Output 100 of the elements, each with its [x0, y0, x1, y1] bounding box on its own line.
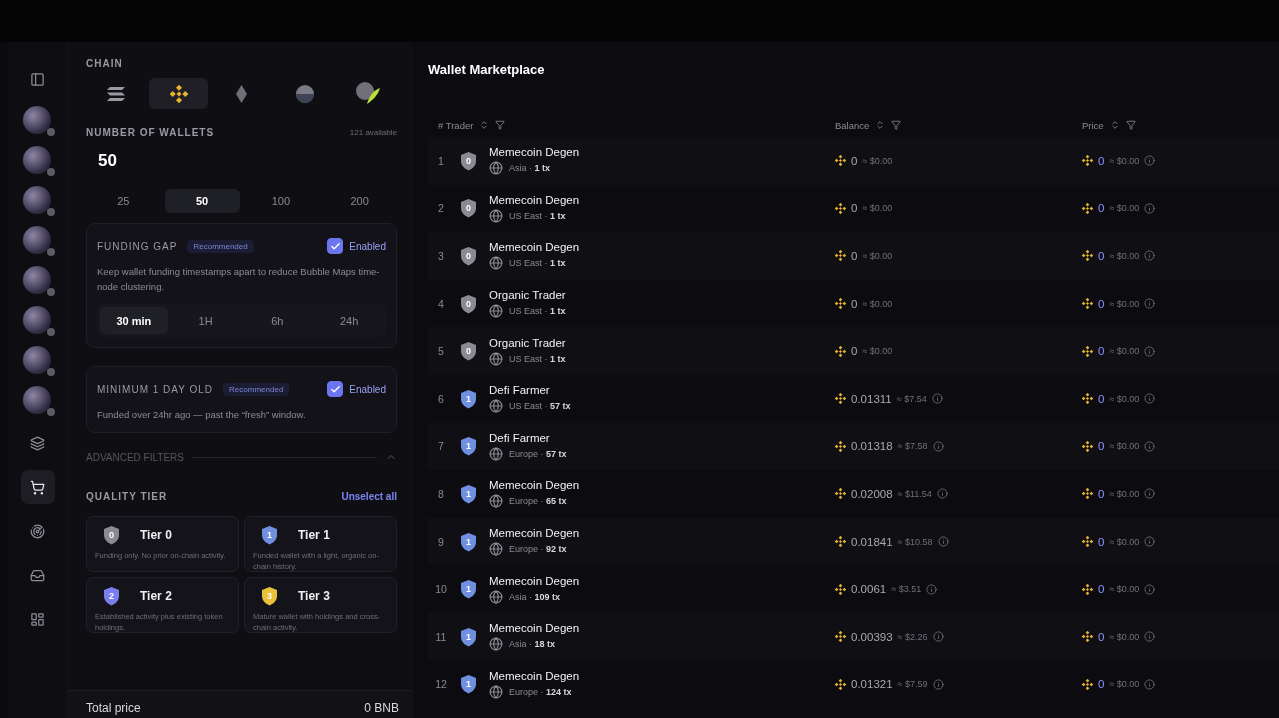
info-icon[interactable]	[1144, 631, 1156, 643]
column-header[interactable]: # Trader	[438, 119, 474, 131]
avatar[interactable]	[22, 106, 51, 134]
info-icon[interactable]	[931, 393, 943, 405]
interval-option[interactable]: 1H	[171, 307, 240, 334]
wallet-option[interactable]: 50	[164, 189, 240, 213]
wallet-count-input[interactable]: 50	[98, 151, 397, 171]
globe-icon	[489, 399, 503, 414]
wallet-option[interactable]: 25	[86, 189, 161, 213]
sort-icon[interactable]	[875, 120, 886, 130]
column-header[interactable]: Balance	[835, 119, 870, 131]
usd-value: ≈ $0.00	[862, 346, 893, 357]
table-row[interactable]: 11 1 Memecoin Degen Asia · 18 tx 0.00393 ≈ $2.26 0 ≈ $0.00	[428, 612, 1279, 661]
info-icon[interactable]	[932, 631, 944, 643]
sort-icon[interactable]	[479, 120, 490, 130]
bnb-coin-icon	[835, 488, 846, 500]
info-icon[interactable]	[1144, 678, 1156, 690]
filter-icon[interactable]	[495, 120, 506, 130]
row-number: 5	[437, 345, 445, 358]
usd-value: ≈ $10.58	[897, 536, 933, 547]
usd-value: ≈ $0.00	[1109, 155, 1140, 166]
diamond-icon	[236, 84, 247, 103]
wallet-option[interactable]: 100	[243, 189, 319, 213]
tier-number: 1	[465, 678, 472, 692]
info-icon[interactable]	[1144, 155, 1156, 167]
avatar[interactable]	[22, 226, 51, 254]
info-icon[interactable]	[1144, 488, 1156, 500]
info-icon[interactable]	[1144, 583, 1156, 595]
wallet-option[interactable]: 200	[322, 189, 397, 213]
balance-value: 0	[851, 297, 858, 310]
usd-value: ≈ $0.00	[1109, 679, 1140, 690]
bnb-coin-icon	[835, 393, 846, 405]
filter-description: Funded over 24hr ago — past the “fresh” window.	[97, 408, 307, 422]
usd-value: ≈ $0.00	[1109, 251, 1140, 261]
table-row[interactable]: 7 1 Defi Farmer Europe · 57 tx 0.01318 ≈ $7.58 0 ≈ $0.00	[428, 422, 1279, 471]
check-icon	[329, 240, 341, 252]
filter-title: MINIMUM 1 DAY OLD	[97, 383, 214, 395]
info-icon[interactable]	[1144, 536, 1156, 548]
column-header[interactable]: Price	[1082, 119, 1104, 131]
nav-button[interactable]	[20, 470, 55, 504]
avatar[interactable]	[22, 346, 51, 374]
tier-number: 3	[266, 590, 273, 603]
sort-icon[interactable]	[1109, 120, 1120, 130]
trader-name: Memecoin Degen	[489, 479, 580, 492]
trader-name: Memecoin Degen	[489, 669, 580, 682]
trader-name: Organic Trader	[489, 336, 566, 349]
interval-option[interactable]: 24h	[315, 307, 383, 334]
row-number: 11	[434, 630, 448, 643]
price-value: 0	[1098, 630, 1105, 643]
unselect-all-link[interactable]: Unselect all	[341, 491, 397, 502]
row-number: 8	[437, 487, 445, 500]
info-icon[interactable]	[1144, 250, 1156, 262]
bnb-coin-icon	[835, 631, 846, 643]
avatar[interactable]	[22, 146, 51, 174]
bnb-logo-icon	[169, 84, 188, 103]
tier-number: 0	[465, 154, 472, 168]
trader-region: Europe · 65 tx	[509, 496, 567, 507]
recommended-badge: Recommended	[187, 239, 254, 253]
usd-value: ≈ $7.58	[897, 441, 928, 452]
total-label: Total price	[86, 700, 141, 715]
tier-number: 0	[465, 345, 472, 359]
trader-name: Memecoin Degen	[489, 622, 580, 635]
info-icon[interactable]	[932, 440, 944, 452]
info-icon[interactable]	[936, 488, 948, 500]
info-icon[interactable]	[1144, 202, 1156, 214]
orb-icon	[295, 84, 314, 103]
chain-button[interactable]	[149, 78, 208, 109]
balance-value: 0.0061	[851, 583, 887, 596]
table-row[interactable]: 3 0 Memecoin Degen US East · 1 tx 0 ≈ $0.00 0 ≈ $0.00	[428, 232, 1279, 280]
info-icon[interactable]	[1144, 298, 1156, 310]
row-number: 10	[434, 583, 448, 596]
bnb-coin-icon	[1082, 298, 1093, 310]
price-value: 0	[1098, 392, 1105, 405]
usd-value: ≈ $3.51	[891, 584, 922, 595]
tier-number: 0	[465, 297, 472, 311]
table-row[interactable]: 9 1 Memecoin Degen Europe · 92 tx 0.01841 ≈ $10.58 0 ≈ $0.00	[428, 517, 1279, 566]
avatar[interactable]	[22, 306, 51, 334]
total-value: 0 BNB	[364, 700, 399, 715]
info-icon[interactable]	[937, 536, 949, 548]
avatar[interactable]	[22, 386, 51, 414]
interval-option[interactable]: 6h	[243, 307, 312, 334]
info-icon[interactable]	[926, 583, 938, 595]
checkbox[interactable]	[327, 381, 344, 397]
filter-icon[interactable]	[891, 120, 902, 130]
table-row[interactable]: 5 0 Organic Trader US East · 1 tx 0 ≈ $0.00 0 ≈ $0.00	[428, 327, 1279, 375]
info-icon[interactable]	[932, 678, 944, 690]
filter-icon[interactable]	[1125, 120, 1136, 130]
avatar[interactable]	[22, 186, 51, 214]
info-icon[interactable]	[1144, 440, 1156, 452]
interval-option[interactable]: 30 min	[100, 307, 168, 334]
info-icon[interactable]	[1144, 393, 1156, 405]
recommended-badge: Recommended	[223, 382, 290, 396]
table-row[interactable]: 1 0 Memecoin Degen Asia · 1 tx 0 ≈ $0.00 0 ≈ $0.00	[428, 137, 1279, 185]
info-icon[interactable]	[1144, 345, 1156, 357]
tier-number: 2	[108, 590, 115, 603]
trader-region: US East · 1 tx	[509, 306, 566, 317]
balance-value: 0	[851, 202, 858, 215]
usd-value: ≈ $0.00	[1109, 488, 1140, 499]
checkbox[interactable]	[327, 238, 344, 254]
avatar[interactable]	[22, 266, 51, 294]
